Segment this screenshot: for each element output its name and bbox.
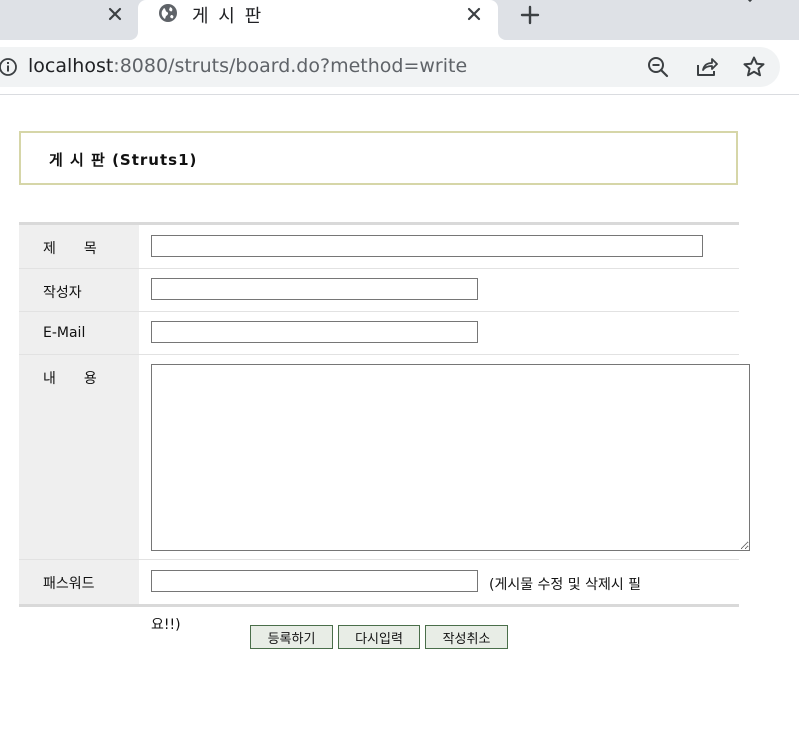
password-note: (게시물 수정 및 삭제시 필: [489, 577, 642, 593]
tab-board[interactable]: 게 시 판: [130, 0, 506, 40]
reset-button[interactable]: 다시입력: [338, 625, 420, 649]
cancel-button[interactable]: 작성취소: [425, 625, 508, 649]
content-textarea[interactable]: [151, 364, 750, 551]
write-form: 제 목 작성자 E-Mail 내 용 패스워드 (게시물 수정 및 삭제시 필: [19, 222, 750, 607]
content-label: 내 용: [43, 371, 97, 387]
board-header: 게 시 판 (Struts1): [19, 131, 738, 185]
title-input[interactable]: [151, 235, 703, 257]
url-path: :8080/struts/board.do?method=write: [113, 55, 468, 77]
form-row-content: 내 용: [19, 355, 750, 560]
tab-corner: [130, 32, 138, 40]
page-title: 게 시 판 (Struts1): [49, 151, 198, 169]
writer-input[interactable]: [151, 278, 478, 300]
title-label: 제 목: [43, 241, 97, 257]
tab-title: 게 시 판: [192, 6, 264, 27]
url-text[interactable]: localhost:8080/struts/board.do?method=wr…: [28, 55, 467, 77]
form-row-title: 제 목: [19, 225, 739, 269]
label-cell: 패스워드: [19, 560, 139, 604]
chevron-down-icon[interactable]: [742, 0, 758, 6]
email-label: E-Mail: [43, 325, 86, 341]
form-row-email: E-Mail: [19, 312, 739, 355]
share-icon[interactable]: [694, 55, 718, 79]
close-icon[interactable]: [463, 3, 485, 25]
close-icon[interactable]: [104, 3, 126, 25]
password-input[interactable]: [151, 570, 478, 592]
form-row-writer: 작성자: [19, 269, 739, 312]
plus-icon[interactable]: [516, 1, 544, 29]
label-cell: 작성자: [19, 269, 139, 311]
password-note-continued: 요!!): [151, 617, 181, 633]
label-cell: 내 용: [19, 355, 139, 559]
label-cell: 제 목: [19, 225, 139, 268]
label-cell: E-Mail: [19, 312, 139, 354]
globe-icon: [158, 3, 178, 23]
zoom-out-icon[interactable]: [646, 55, 670, 79]
submit-button[interactable]: 등록하기: [250, 625, 333, 649]
writer-label: 작성자: [43, 285, 82, 301]
email-input[interactable]: [151, 321, 478, 343]
url-host: localhost: [28, 55, 114, 77]
tab-corner: [498, 32, 506, 40]
star-icon[interactable]: [742, 55, 766, 79]
info-icon[interactable]: [0, 57, 18, 77]
password-label: 패스워드: [43, 576, 95, 592]
form-row-password: 패스워드 (게시물 수정 및 삭제시 필: [19, 560, 739, 604]
tab-strip: 게 시 판: [0, 0, 799, 40]
